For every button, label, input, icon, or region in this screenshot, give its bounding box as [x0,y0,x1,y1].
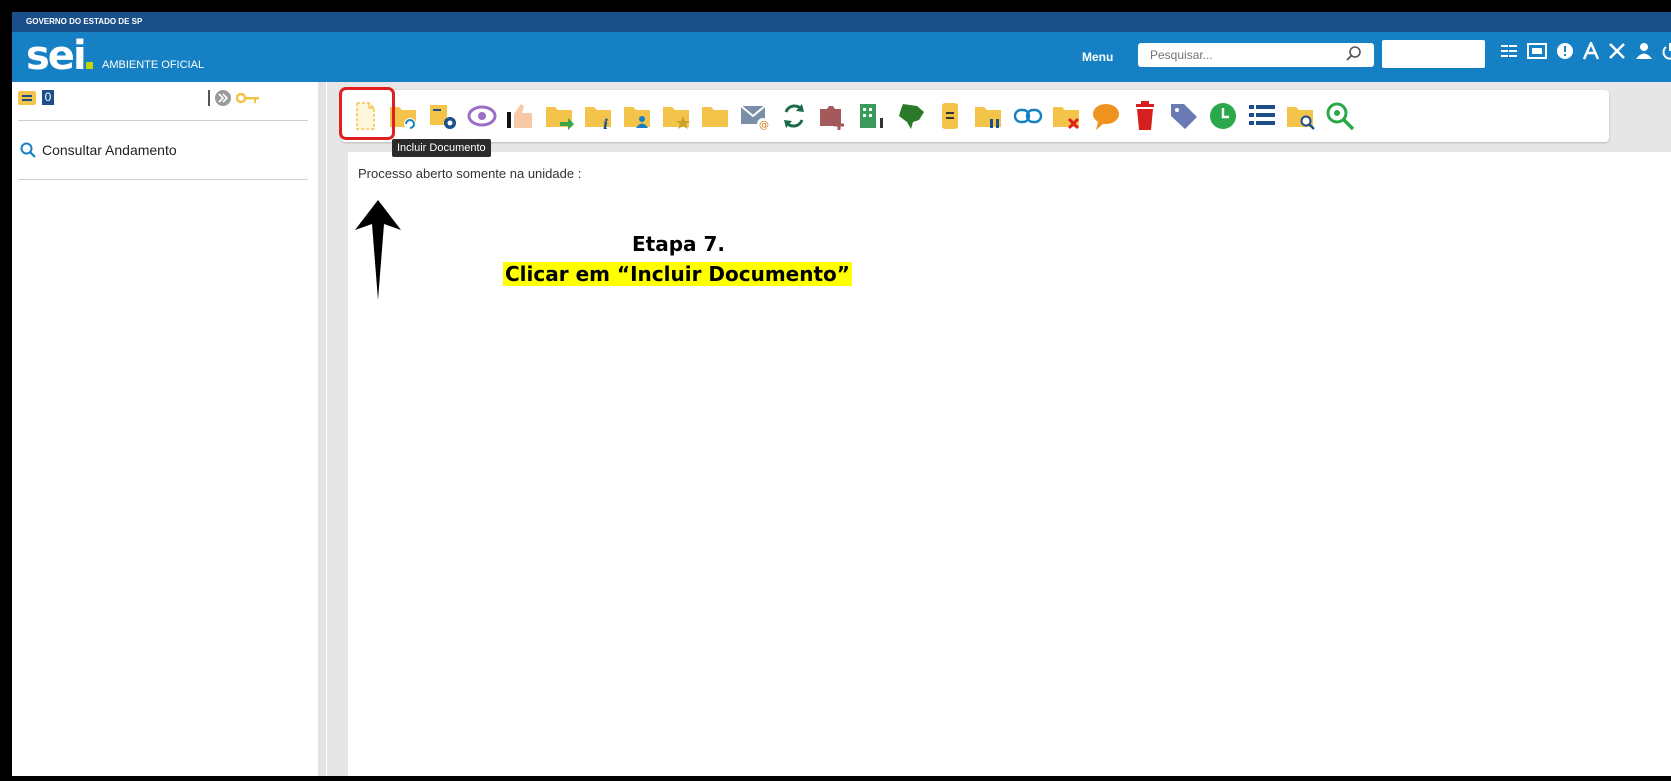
screen-frame-top [0,0,1671,12]
environment-label: AMBIENTE OFICIAL [102,59,205,71]
tooltip: Incluir Documento [392,139,491,157]
sobrestar-icon[interactable] [973,100,1005,132]
svg-text:@: @ [759,120,769,131]
excluir-pasta-icon[interactable] [1051,100,1083,132]
gov-bar-text: GOVERNO DO ESTADO DE SP [26,17,143,26]
forward-icon[interactable] [214,89,232,107]
pasta-icon[interactable] [700,100,732,132]
atualizar-andamento-icon[interactable] [427,100,459,132]
tools-icon[interactable] [1608,42,1626,60]
screen-frame-left [0,0,12,781]
relacionamentos-icon[interactable] [778,100,810,132]
anotacoes-icon[interactable] [934,100,966,132]
marcador-favorito-icon[interactable] [661,100,693,132]
process-status-text: Processo aberto somente na unidade : [358,166,582,181]
sidebar-divider [18,120,308,121]
header: sei AMBIENTE OFICIAL Menu [12,32,1671,82]
anexar-processo-icon[interactable] [817,100,849,132]
excluir-icon[interactable] [1129,100,1161,132]
step-instruction: Clicar em “Incluir Documento” [503,262,852,286]
search-input[interactable] [1138,43,1374,67]
screen-frame-bottom [0,776,1671,781]
search-icon [20,142,36,158]
info-icon[interactable] [1556,42,1574,60]
document-type-icon [18,91,36,105]
enviar-processo-icon[interactable] [544,100,576,132]
content-panel: Processo aberto somente na unidade : [348,152,1671,776]
visualizar-icon[interactable] [1324,100,1356,132]
pesquisar-pasta-icon[interactable] [1285,100,1317,132]
lista-icon[interactable] [1246,100,1278,132]
user-icon[interactable] [1635,42,1653,60]
power-icon[interactable] [1662,42,1671,60]
marcador-icon[interactable] [1168,100,1200,132]
unit-selector[interactable] [1382,40,1485,68]
sei-logo[interactable]: sei [26,36,93,76]
sidebar-separator [208,90,210,106]
duplicar-processo-icon[interactable] [1012,100,1044,132]
step-title: Etapa 7. [632,232,726,256]
gov-bar: GOVERNO DO ESTADO DE SP [12,12,1671,32]
acompanhamento-especial-icon[interactable] [466,100,498,132]
ciencia-icon[interactable] [505,100,537,132]
comentario-icon[interactable] [1090,100,1122,132]
search-icon[interactable] [1345,45,1363,63]
gerar-organograma-icon[interactable] [856,100,888,132]
sidebar: 0 Consultar Andamento [12,82,326,776]
font-icon[interactable] [1583,42,1599,60]
key-icon[interactable] [236,91,260,105]
process-toolbar: i @ [341,90,1609,142]
process-number[interactable]: 0 [42,90,54,105]
svg-text:i: i [603,117,608,132]
sidebar-divider [18,179,308,180]
informacoes-icon[interactable]: i [583,100,615,132]
arrow-up-icon [355,200,401,300]
controle-prazo-icon[interactable] [1207,100,1239,132]
consultar-andamento-label: Consultar Andamento [42,142,177,158]
atribuir-processo-icon[interactable] [622,100,654,132]
highlight-box [339,87,395,140]
mapa-icon[interactable] [895,100,927,132]
consultar-andamento-link[interactable]: Consultar Andamento [20,142,177,158]
menu-button[interactable]: Menu [1082,50,1113,64]
enviar-email-icon[interactable]: @ [739,100,771,132]
list-icon[interactable] [1500,42,1518,60]
calendar-123-icon[interactable] [1527,42,1547,60]
